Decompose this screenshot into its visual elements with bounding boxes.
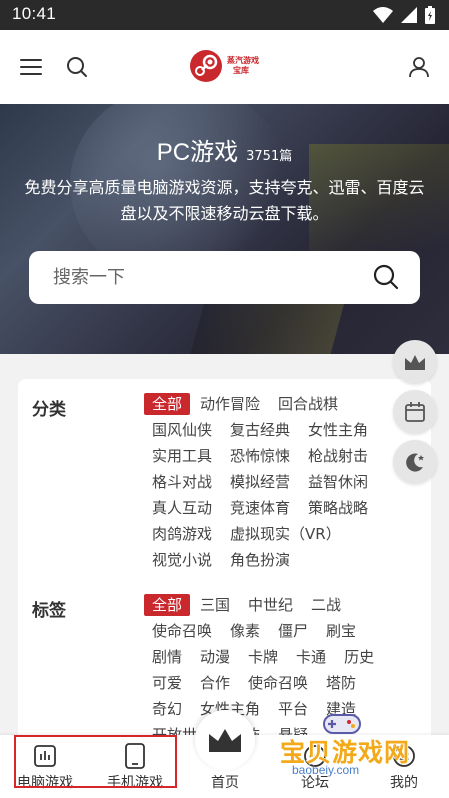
category-tag[interactable]: 回合战棋	[270, 393, 346, 415]
tag-tag[interactable]: 奇幻	[144, 698, 190, 720]
category-tag[interactable]: 策略战略	[300, 497, 376, 519]
tag-tag[interactable]: 二战	[303, 594, 349, 616]
page-title: PC游戏 3751篇	[0, 132, 449, 167]
calendar-float-button[interactable]	[393, 390, 437, 434]
category-tag[interactable]: 模拟经营	[222, 471, 298, 493]
category-tag[interactable]: 动作冒险	[192, 393, 268, 415]
tag-tag[interactable]: 卡牌	[240, 646, 286, 668]
status-icons	[373, 6, 435, 24]
tag-tag[interactable]: 全部	[144, 594, 191, 616]
tag-tag[interactable]: 僵尸	[270, 620, 316, 642]
tag-tag[interactable]: 历史	[336, 646, 382, 668]
tag-tag[interactable]: 使命召唤	[240, 672, 316, 694]
hamburger-icon	[20, 59, 42, 75]
watermark-url: baobeiy.com	[292, 763, 360, 777]
watermark: 宝贝游戏网 baobeiy.com	[272, 709, 422, 779]
vip-float-button[interactable]	[393, 340, 437, 384]
category-tag[interactable]: 国风仙侠	[144, 419, 220, 441]
tag-tag[interactable]: 可爱	[144, 672, 190, 694]
nav-home[interactable]: 首页	[185, 772, 265, 792]
status-bar: 10:41	[0, 0, 449, 30]
crown-icon	[405, 355, 425, 370]
tag-tag[interactable]: 中世纪	[240, 594, 301, 616]
search-submit-icon[interactable]	[372, 263, 400, 291]
moon-icon	[406, 453, 424, 472]
search-icon	[67, 57, 87, 77]
menu-button[interactable]	[16, 52, 46, 82]
category-tag[interactable]: 女性主角	[300, 419, 376, 441]
category-tag[interactable]: 角色扮演	[222, 549, 298, 571]
tag-tag[interactable]: 剧情	[144, 646, 190, 668]
home-fab[interactable]	[195, 710, 255, 770]
category-tag-list: 全部 动作冒险 回合战棋国风仙侠 复古经典 女性主角实用工具 恐怖惊悚 枪战射击格斗对战 模拟…	[144, 393, 394, 571]
category-tag[interactable]: 肉鸽游戏	[144, 523, 220, 545]
tag-tag[interactable]: 刷宝	[318, 620, 364, 642]
logo-text-line2: 宝库	[233, 66, 249, 75]
user-button[interactable]	[404, 52, 434, 82]
category-tag[interactable]: 格斗对战	[144, 471, 220, 493]
category-tag[interactable]: 复古经典	[222, 419, 298, 441]
article-count: 3751篇	[246, 149, 293, 164]
app-header: 蒸汽游戏 宝库	[0, 30, 449, 104]
crown-icon	[209, 729, 241, 752]
tag-tag[interactable]: 合作	[192, 672, 238, 694]
category-tag[interactable]: 实用工具	[144, 445, 220, 467]
category-tag[interactable]: 全部	[144, 393, 191, 415]
category-tag[interactable]: 益智休闲	[300, 471, 376, 493]
logo-text: 蒸汽游戏 宝库	[227, 56, 259, 76]
tag-tag[interactable]: 像素	[222, 620, 268, 642]
category-tag[interactable]: 虚拟现实（VR）	[222, 523, 349, 545]
category-tag[interactable]: 竞速体育	[222, 497, 298, 519]
steam-logo-icon	[190, 50, 222, 82]
tag-tag[interactable]: 动漫	[192, 646, 238, 668]
battery-icon	[425, 6, 435, 24]
calendar-icon	[405, 402, 425, 422]
annotation-highlight-box	[14, 735, 177, 788]
search-input[interactable]	[53, 251, 353, 304]
tag-tag[interactable]: 三国	[192, 594, 238, 616]
tags-label: 标签	[32, 601, 66, 621]
search-button[interactable]	[62, 52, 92, 82]
signal-icon	[401, 7, 417, 23]
page-description: 免费分享高质量电脑游戏资源，支持夸克、迅雷、百度云盘以及不限速移动云盘下载。	[24, 178, 425, 223]
nav-home-label: 首页	[211, 775, 239, 791]
status-time: 10:41	[12, 4, 57, 23]
category-tag[interactable]: 枪战射击	[300, 445, 376, 467]
category-tag[interactable]: 恐怖惊悚	[222, 445, 298, 467]
wifi-icon	[373, 7, 393, 23]
search-box	[29, 251, 420, 304]
dark-mode-float-button[interactable]	[393, 440, 437, 484]
user-icon	[409, 57, 429, 78]
category-tag[interactable]: 真人互动	[144, 497, 220, 519]
hero-banner: PC游戏 3751篇 免费分享高质量电脑游戏资源，支持夸克、迅雷、百度云盘以及不限…	[0, 104, 449, 354]
site-logo[interactable]: 蒸汽游戏 宝库	[189, 49, 259, 83]
tag-tag[interactable]: 使命召唤	[144, 620, 220, 642]
logo-text-line1: 蒸汽游戏	[227, 56, 259, 65]
tag-tag[interactable]: 卡通	[288, 646, 334, 668]
category-tag[interactable]: 视觉小说	[144, 549, 220, 571]
category-label: 分类	[32, 400, 66, 420]
page-title-text: PC游戏	[156, 139, 239, 166]
tag-tag[interactable]: 塔防	[318, 672, 364, 694]
